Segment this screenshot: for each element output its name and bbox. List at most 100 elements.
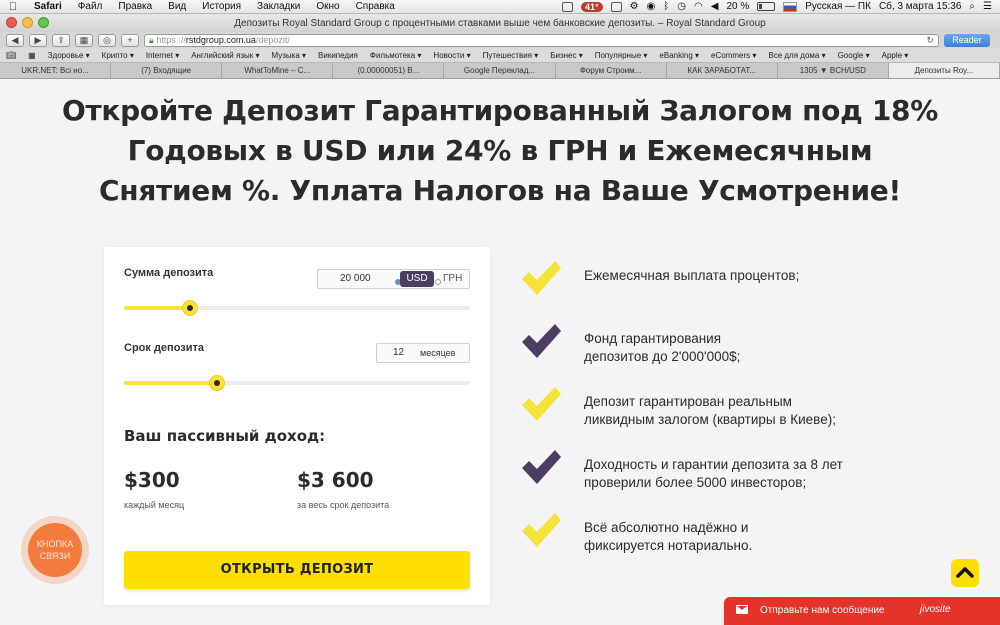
reload-icon[interactable]: ↻ — [926, 35, 934, 46]
envelope-icon — [736, 605, 748, 614]
bookmark-item[interactable]: Здоровье ▾ — [48, 51, 90, 60]
window-titlebar: Депозиты Royal Standard Group с процентн… — [0, 14, 1000, 32]
income-title: Ваш пассивный доход: — [124, 427, 326, 445]
new-tab-button[interactable]: + — [121, 33, 139, 47]
feature-item: Фонд гарантирования депозитов до 2'000'0… — [520, 322, 880, 372]
menubar-clock[interactable]: Сб, 3 марта 15:36 — [879, 1, 961, 12]
chat-widget[interactable]: Отправьте нам сообщение jivosite — [724, 597, 1000, 625]
bookmark-item[interactable]: eBanking ▾ — [659, 51, 699, 60]
amount-slider-fill — [124, 306, 190, 310]
tab-bch-usd[interactable]: 1305 ▼ BCH/USD — [778, 63, 889, 78]
time-machine-icon[interactable]: ◷ — [677, 1, 686, 12]
reader-button[interactable]: Reader — [944, 33, 990, 47]
bookmarks-bar: 📖︎ ▦ Здоровье ▾ Крипто ▾ Internet ▾ Англ… — [0, 48, 1000, 63]
back-button[interactable]: ◀ — [6, 33, 24, 47]
page-content: Откройте Депозит Гарантированный Залогом… — [0, 79, 1000, 625]
bookmark-item[interactable]: Музыка ▾ — [271, 51, 306, 60]
forward-button[interactable]: ▶ — [29, 33, 47, 47]
tab-google-translate[interactable]: Google Переклад... — [444, 63, 556, 78]
currency-usd-toggle[interactable]: USD — [400, 271, 434, 287]
tabs-overview-icon[interactable]: ▦ — [75, 33, 93, 47]
tab-forum[interactable]: Форум Строим... — [556, 63, 667, 78]
monthly-income-value: $300 — [124, 468, 180, 492]
bookmark-item[interactable]: eCommers ▾ — [711, 51, 756, 60]
battery-icon[interactable] — [757, 2, 776, 11]
url-scheme: https — [156, 34, 176, 45]
bookmark-item[interactable]: Бизнес ▾ — [550, 51, 583, 60]
close-window-button[interactable] — [6, 17, 17, 28]
tab-deposits-active[interactable]: Депозиты Roy... — [888, 63, 1000, 78]
feature-item: Доходность и гарантии депозита за 8 лет … — [520, 448, 880, 498]
menu-view[interactable]: Вид — [160, 1, 194, 12]
menubar-status-area: 41° ⚙ ◉ ᛒ ◷ ◠ ◀ 20 % Русская — ПК Сб, 3 … — [561, 1, 1000, 12]
term-label: Срок депозита — [124, 342, 204, 354]
open-deposit-button[interactable]: ОТКРЫТЬ ДЕПОЗИТ — [124, 551, 470, 589]
term-field[interactable]: 12 месяцев — [376, 343, 470, 363]
apple-icon[interactable]:  — [0, 1, 26, 13]
term-slider[interactable] — [124, 376, 470, 390]
bookmark-item[interactable]: Крипто ▾ — [102, 51, 134, 60]
term-value: 12 — [393, 347, 405, 358]
bookmark-item[interactable]: Фильмотека ▾ — [370, 51, 422, 60]
amount-slider-handle[interactable] — [183, 301, 197, 315]
menu-help[interactable]: Справка — [348, 1, 403, 12]
bookmark-item[interactable]: Путешествия ▾ — [483, 51, 539, 60]
bookmark-item[interactable]: Википедия — [318, 51, 358, 60]
top-sites-icon[interactable]: ▦ — [28, 51, 36, 60]
menu-bookmarks[interactable]: Закладки — [249, 1, 308, 12]
bookmark-item[interactable]: Новости ▾ — [433, 51, 470, 60]
bookmark-item[interactable]: Internet ▾ — [146, 51, 179, 60]
tab-whattomine[interactable]: WhatToMine – C... — [222, 63, 334, 78]
minimize-window-button[interactable] — [22, 17, 33, 28]
bookmark-item[interactable]: Популярные ▾ — [595, 51, 648, 60]
tab-inbox[interactable]: (7) Входящие — [111, 63, 223, 78]
volume-icon[interactable]: ◀ — [711, 1, 719, 12]
wifi-icon[interactable]: ◠ — [694, 1, 703, 12]
currency-grn-toggle[interactable]: ГРН — [443, 273, 462, 284]
russia-flag-icon[interactable] — [783, 1, 798, 12]
browser-toolbar: ◀ ▶ ⇪ ▦ ◎ + 🔒︎ https ://rstdgroup.com.ua… — [0, 32, 1000, 48]
bookmark-item[interactable]: Все для дома ▾ — [768, 51, 825, 60]
extension-icon[interactable]: ◎ — [98, 33, 116, 47]
grn-radio[interactable] — [435, 279, 441, 285]
share-icon[interactable]: ⇪ — [52, 33, 70, 47]
input-source[interactable]: Русская — ПК — [805, 1, 871, 12]
bluetooth-icon[interactable]: ᛒ — [663, 1, 669, 12]
menu-app-name[interactable]: Safari — [26, 1, 70, 12]
amount-field[interactable]: 20 000 USD ГРН — [317, 269, 470, 289]
bookmark-item[interactable]: Английский язык ▾ — [191, 51, 259, 60]
check-icon — [522, 450, 561, 484]
spotlight-icon[interactable]: ⌕ — [969, 1, 975, 12]
menu-edit[interactable]: Правка — [110, 1, 160, 12]
menu-file[interactable]: Файл — [70, 1, 111, 12]
term-slider-fill — [124, 381, 217, 385]
tab-crypto-price[interactable]: (0.00000051) B... — [333, 63, 445, 78]
zoom-window-button[interactable] — [38, 17, 49, 28]
tab-how-to-earn[interactable]: КАК ЗАРАБОТАТ... — [667, 63, 778, 78]
record-icon[interactable]: ◉ — [647, 1, 656, 12]
bookmark-item[interactable]: Apple ▾ — [882, 51, 909, 60]
menu-window[interactable]: Окно — [308, 1, 347, 12]
clipboard-icon[interactable] — [561, 1, 573, 12]
notification-icon[interactable]: ☰ — [983, 1, 992, 12]
temperature-badge[interactable]: 41° — [580, 1, 603, 12]
bookmark-item[interactable]: Google ▾ — [838, 51, 870, 60]
scroll-to-top-button[interactable] — [951, 559, 979, 587]
check-icon — [522, 387, 561, 421]
feature-item: Депозит гарантирован реальным ликвидным … — [520, 385, 880, 435]
battery-percent[interactable]: 20 % — [726, 1, 749, 12]
monitor-icon[interactable] — [610, 1, 622, 12]
monthly-income-caption: каждый месяц — [124, 500, 185, 510]
mac-menubar:  Safari Файл Правка Вид История Закладк… — [0, 0, 1000, 14]
amount-slider[interactable] — [124, 301, 470, 315]
term-unit: месяцев — [420, 348, 456, 358]
tab-ukrnet[interactable]: UKR.NET: Всі но... — [0, 63, 112, 78]
gear-icon[interactable]: ⚙ — [630, 1, 639, 12]
feature-item: Всё абсолютно надёжно и фиксируется нота… — [520, 511, 880, 561]
reading-list-icon[interactable]: 📖︎ — [6, 51, 16, 60]
address-bar[interactable]: 🔒︎ https ://rstdgroup.com.ua/depozit/ ↻ — [144, 33, 939, 47]
term-slider-handle[interactable] — [210, 376, 224, 390]
feature-item: Ежемесячная выплата процентов; — [520, 259, 880, 309]
menu-history[interactable]: История — [194, 1, 249, 12]
callback-button[interactable]: КНОПКА СВЯЗИ — [21, 516, 89, 584]
